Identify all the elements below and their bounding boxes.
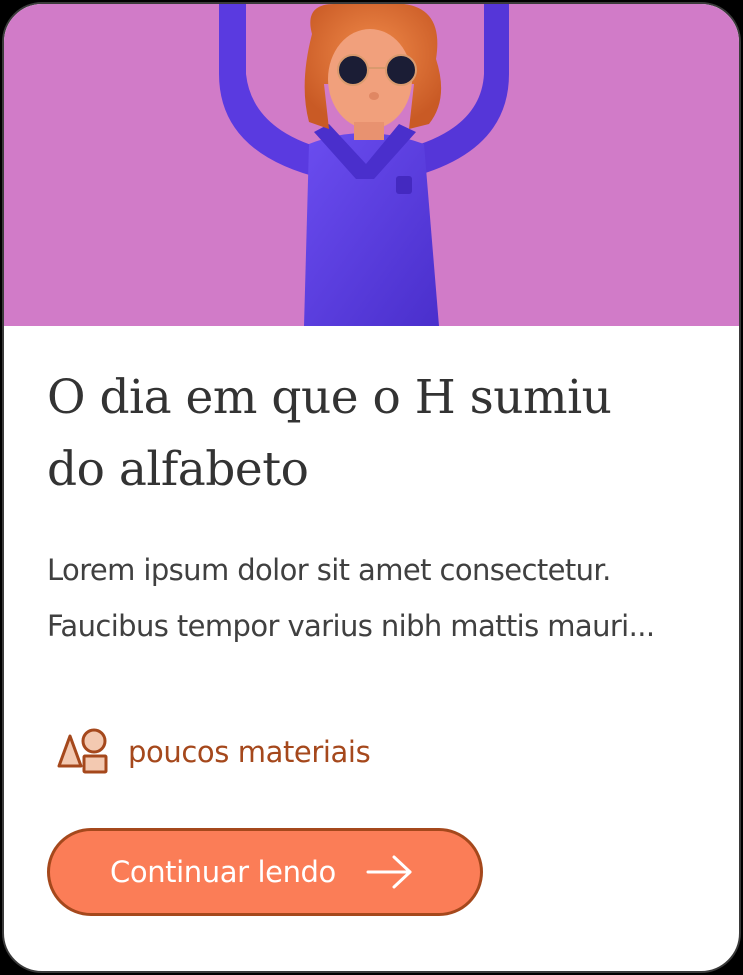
story-title-line1: O dia em que o H sumiu <box>47 370 612 425</box>
story-title: O dia em que o H sumiu do alfabeto <box>47 362 707 506</box>
materials-label: poucos materiais <box>128 735 371 769</box>
story-title-line2: do alfabeto <box>47 442 309 497</box>
continue-reading-button[interactable]: Continuar lendo <box>47 828 483 916</box>
arrow-right-icon <box>366 855 412 889</box>
shapes-icon <box>57 728 108 774</box>
hero-image <box>4 4 739 326</box>
story-excerpt: Lorem ipsum dolor sit amet consectetur. … <box>47 542 707 654</box>
story-excerpt-line1: Lorem ipsum dolor sit amet consectetur. <box>47 553 611 587</box>
story-card[interactable]: O dia em que o H sumiu do alfabeto Lorem… <box>2 2 741 973</box>
continue-reading-label: Continuar lendo <box>110 855 336 889</box>
story-excerpt-line2: Faucibus tempor varius nibh mattis mauri… <box>47 609 655 643</box>
materials-info: poucos materiais <box>56 726 371 778</box>
